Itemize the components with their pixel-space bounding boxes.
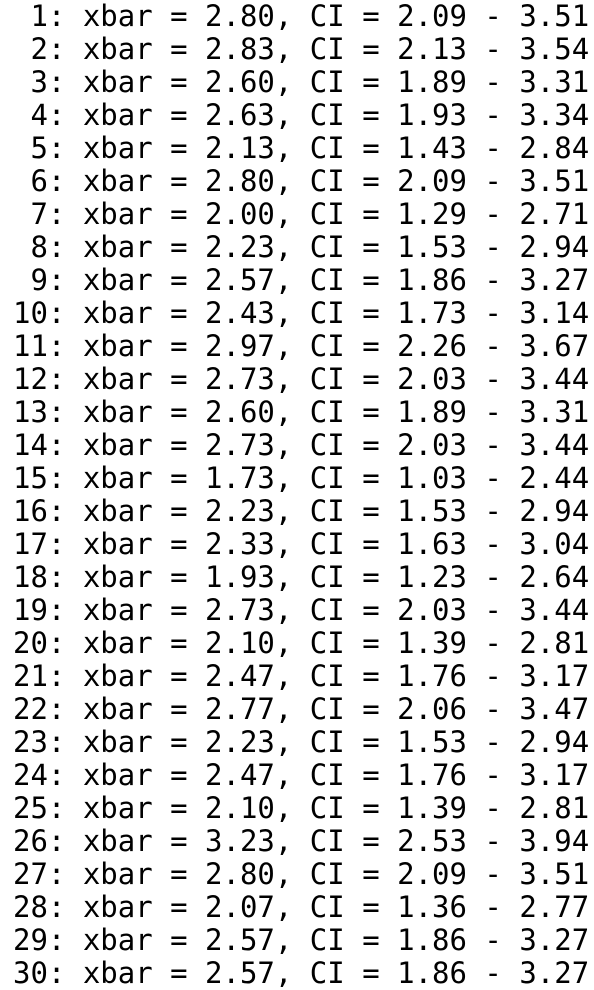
output-line: 30: xbar = 2.57, CI = 1.86 - 3.27 <box>13 956 590 990</box>
output-line: 8: xbar = 2.23, CI = 1.53 - 2.94 <box>13 230 590 264</box>
output-line: 22: xbar = 2.77, CI = 2.06 - 3.47 <box>13 692 590 726</box>
output-line: 3: xbar = 2.60, CI = 1.89 - 3.31 <box>13 65 590 99</box>
output-line: 23: xbar = 2.23, CI = 1.53 - 2.94 <box>13 725 590 759</box>
console-output: 1: xbar = 2.80, CI = 2.09 - 3.51 2: xbar… <box>0 0 594 990</box>
output-line: 26: xbar = 3.23, CI = 2.53 - 3.94 <box>13 824 590 858</box>
output-line: 28: xbar = 2.07, CI = 1.36 - 2.77 <box>13 890 590 924</box>
output-line: 21: xbar = 2.47, CI = 1.76 - 3.17 <box>13 659 590 693</box>
output-line: 20: xbar = 2.10, CI = 1.39 - 2.81 <box>13 626 590 660</box>
output-line: 6: xbar = 2.80, CI = 2.09 - 3.51 <box>13 164 590 198</box>
output-line: 13: xbar = 2.60, CI = 1.89 - 3.31 <box>13 395 590 429</box>
output-line: 12: xbar = 2.73, CI = 2.03 - 3.44 <box>13 362 590 396</box>
output-line: 1: xbar = 2.80, CI = 2.09 - 3.51 <box>13 0 590 33</box>
output-line: 29: xbar = 2.57, CI = 1.86 - 3.27 <box>13 923 590 957</box>
output-line: 2: xbar = 2.83, CI = 2.13 - 3.54 <box>13 32 590 66</box>
output-line: 25: xbar = 2.10, CI = 1.39 - 2.81 <box>13 791 590 825</box>
output-line: 10: xbar = 2.43, CI = 1.73 - 3.14 <box>13 296 590 330</box>
output-line: 14: xbar = 2.73, CI = 2.03 - 3.44 <box>13 428 590 462</box>
output-line: 16: xbar = 2.23, CI = 1.53 - 2.94 <box>13 494 590 528</box>
output-line: 4: xbar = 2.63, CI = 1.93 - 3.34 <box>13 98 590 132</box>
output-line: 7: xbar = 2.00, CI = 1.29 - 2.71 <box>13 197 590 231</box>
output-line: 24: xbar = 2.47, CI = 1.76 - 3.17 <box>13 758 590 792</box>
output-line: 9: xbar = 2.57, CI = 1.86 - 3.27 <box>13 263 590 297</box>
output-line: 11: xbar = 2.97, CI = 2.26 - 3.67 <box>13 329 590 363</box>
output-line: 18: xbar = 1.93, CI = 1.23 - 2.64 <box>13 560 590 594</box>
output-line: 15: xbar = 1.73, CI = 1.03 - 2.44 <box>13 461 590 495</box>
output-line: 27: xbar = 2.80, CI = 2.09 - 3.51 <box>13 857 590 891</box>
output-line: 19: xbar = 2.73, CI = 2.03 - 3.44 <box>13 593 590 627</box>
output-line: 5: xbar = 2.13, CI = 1.43 - 2.84 <box>13 131 590 165</box>
output-line: 17: xbar = 2.33, CI = 1.63 - 3.04 <box>13 527 590 561</box>
